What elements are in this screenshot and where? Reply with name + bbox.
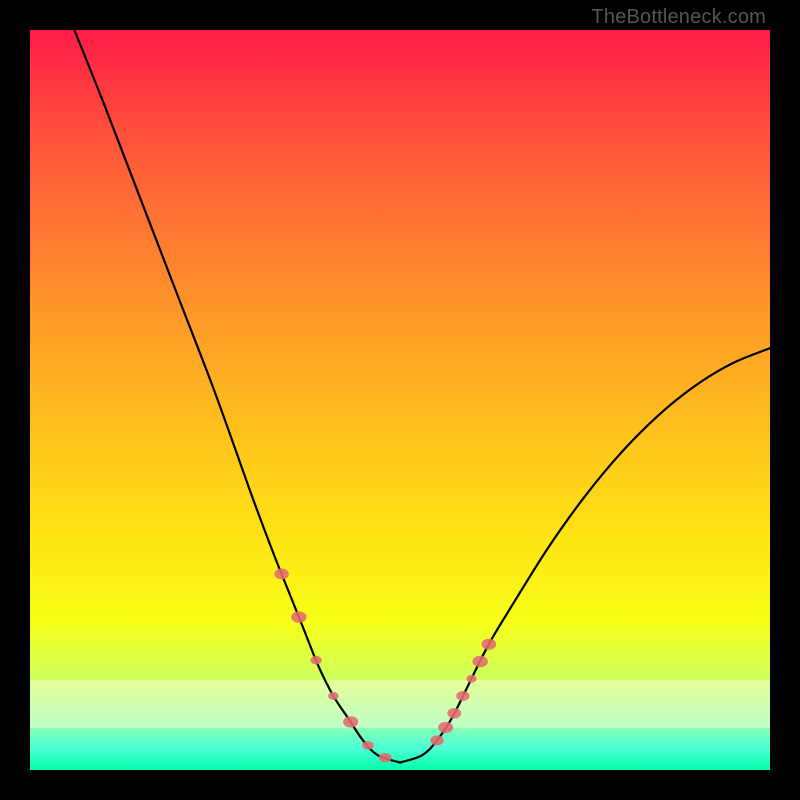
curve-bead [291, 611, 306, 622]
chart-frame: TheBottleneck.com [0, 0, 800, 800]
curve-bead [481, 639, 496, 650]
curve-bead [456, 691, 469, 701]
curve-layer [30, 30, 770, 770]
curve-bead [472, 656, 487, 668]
curve-bead [311, 656, 322, 664]
curve-bead [447, 708, 461, 718]
curve-bead [343, 716, 358, 727]
curve-bead [362, 741, 373, 750]
curve-bead [438, 722, 453, 733]
curve-bead [430, 735, 443, 745]
curve-bead [379, 753, 392, 763]
curve-bead [466, 675, 476, 683]
curve-bead [328, 692, 339, 700]
left-curve [74, 30, 400, 763]
bead-group [274, 568, 496, 762]
curve-bead [274, 568, 288, 579]
watermark-text: TheBottleneck.com [591, 6, 766, 29]
plot-area [30, 30, 770, 770]
right-curve [400, 348, 770, 762]
